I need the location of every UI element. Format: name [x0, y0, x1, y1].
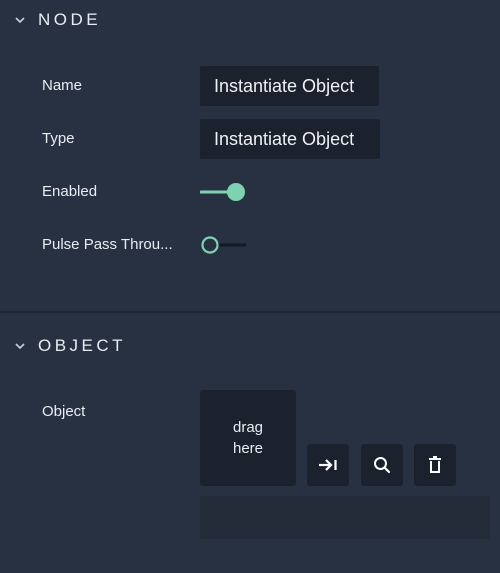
- name-label: Name: [42, 77, 83, 94]
- type-field[interactable]: Instantiate Object: [200, 119, 380, 159]
- pulse-pass-through-toggle[interactable]: [200, 234, 248, 256]
- search-icon: [374, 457, 391, 474]
- enabled-toggle[interactable]: [200, 181, 248, 203]
- object-drop-zone[interactable]: drag here: [200, 390, 296, 486]
- chevron-down-icon[interactable]: [14, 14, 26, 26]
- section-title-object: OBJECT: [38, 336, 127, 355]
- delete-button[interactable]: [414, 444, 456, 486]
- jump-to-icon: [319, 459, 337, 471]
- type-label: Type: [42, 130, 75, 147]
- trash-icon: [429, 456, 441, 473]
- section-divider: [0, 311, 500, 313]
- search-button[interactable]: [361, 444, 403, 486]
- name-field[interactable]: Instantiate Object: [200, 66, 379, 106]
- node-section-header[interactable]: NODE: [0, 0, 500, 40]
- node-section: NODE Name Instantiate Object Type Instan…: [0, 0, 500, 310]
- chevron-down-icon[interactable]: [14, 340, 26, 352]
- section-title-node: NODE: [38, 10, 102, 29]
- object-label: Object: [42, 403, 86, 420]
- jump-to-button[interactable]: [307, 444, 349, 486]
- enabled-label: Enabled: [42, 183, 98, 200]
- object-path-field[interactable]: [200, 496, 490, 539]
- object-section-header[interactable]: OBJECT: [0, 326, 500, 366]
- pulse-pass-through-label: Pulse Pass Throu...: [42, 236, 173, 253]
